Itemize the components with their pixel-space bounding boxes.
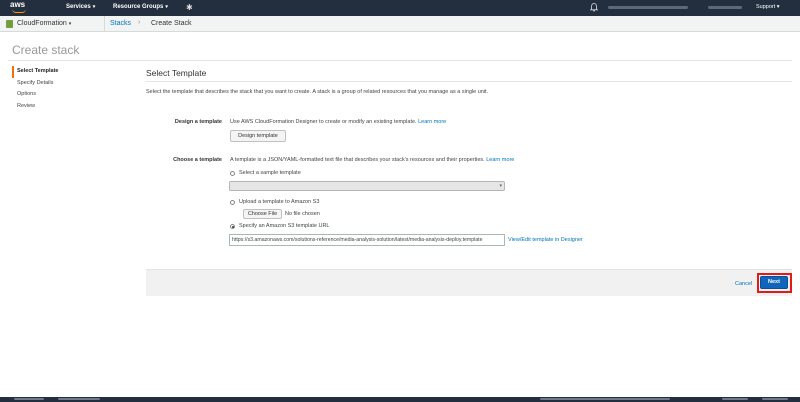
sample-template-select[interactable]: ▾	[229, 181, 505, 191]
next-button[interactable]: Next	[760, 276, 788, 289]
resource-groups-label: Resource Groups	[113, 4, 164, 10]
breadcrumb-stacks-link[interactable]: Stacks	[110, 20, 131, 27]
wizard-steps: Select Template Specify Details Options …	[12, 66, 58, 112]
step-select-template[interactable]: Select Template	[12, 66, 58, 78]
radio-upload-template[interactable]	[230, 200, 235, 205]
chevron-down-icon: ▾	[776, 4, 780, 10]
cancel-link[interactable]: Cancel	[735, 281, 752, 287]
language-link[interactable]	[58, 398, 100, 400]
design-template-description: Use AWS CloudFormation Designer to creat…	[230, 119, 446, 125]
support-menu[interactable]: Support ▾	[756, 4, 780, 10]
pin-icon[interactable]: ✱	[186, 3, 193, 12]
section-description: Select the template that describes the s…	[146, 89, 489, 95]
title-divider	[8, 60, 792, 61]
breadcrumb-current: Create Stack	[151, 20, 192, 27]
copyright-text	[540, 398, 670, 400]
privacy-policy-link[interactable]	[722, 398, 748, 400]
chevron-down-icon: ▾	[92, 4, 96, 10]
choose-template-description: A template is a JSON/YAML-formatted text…	[230, 157, 514, 163]
no-file-chosen-text: No file chosen	[285, 211, 320, 217]
choose-text: A template is a JSON/YAML-formatted text…	[230, 157, 485, 163]
resource-groups-menu[interactable]: Resource Groups ▾	[113, 4, 168, 10]
step-review[interactable]: Review	[12, 101, 58, 113]
upload-template-label: Upload a template to Amazon S3	[239, 199, 320, 205]
breadcrumb: CloudFormation ▾ Stacks › Create Stack	[0, 16, 800, 32]
terms-of-use-link[interactable]	[762, 398, 788, 400]
action-bar	[146, 269, 792, 296]
service-menu[interactable]: CloudFormation ▾	[17, 20, 71, 27]
section-divider	[146, 81, 792, 82]
choose-template-label: Choose a template	[173, 157, 222, 163]
view-edit-designer-link[interactable]: View/Edit template in Designer	[508, 237, 583, 243]
services-label: Services	[66, 4, 91, 10]
aws-logo-text: aws	[10, 0, 26, 9]
section-title: Select Template	[146, 68, 207, 78]
step-specify-details[interactable]: Specify Details	[12, 78, 58, 90]
support-label: Support	[756, 4, 776, 10]
radio-sample-template[interactable]	[230, 171, 235, 176]
s3-url-label: Specify an Amazon S3 template URL	[239, 223, 330, 229]
cloudformation-icon	[6, 20, 13, 28]
design-text: Use AWS CloudFormation Designer to creat…	[230, 119, 417, 125]
page-title: Create stack	[12, 43, 80, 57]
region-menu[interactable]	[708, 6, 742, 9]
choose-learn-more-link[interactable]: Learn more	[486, 157, 514, 163]
breadcrumb-divider	[104, 16, 105, 31]
design-template-label: Design a template	[174, 119, 222, 125]
step-options[interactable]: Options	[12, 89, 58, 101]
feedback-link[interactable]	[14, 398, 44, 400]
aws-logo[interactable]: aws	[10, 1, 36, 15]
choose-file-button[interactable]: Choose File	[243, 209, 282, 219]
bell-icon[interactable]	[590, 3, 598, 12]
service-name: CloudFormation	[17, 20, 67, 27]
view-edit-designer-text[interactable]: View/Edit template in Designer	[508, 237, 583, 243]
design-template-button[interactable]: Design template	[230, 130, 286, 142]
top-nav: aws Services ▾ Resource Groups ▾ ✱ Support…	[0, 0, 800, 16]
radio-s3-url[interactable]	[230, 224, 235, 229]
chevron-down-icon: ▾	[165, 4, 168, 10]
chevron-down-icon: ▾	[499, 183, 502, 189]
footer-bar	[0, 397, 800, 402]
chevron-down-icon: ▾	[68, 21, 72, 27]
account-menu[interactable]	[608, 6, 688, 9]
chevron-right-icon: ›	[138, 19, 141, 26]
sample-template-label: Select a sample template	[239, 170, 301, 176]
services-menu[interactable]: Services ▾	[66, 4, 95, 10]
s3-url-input[interactable]: https://s3.amazonaws.com/solutions-refer…	[229, 234, 505, 246]
design-learn-more-link[interactable]: Learn more	[418, 119, 446, 125]
aws-smile-icon	[12, 9, 26, 13]
